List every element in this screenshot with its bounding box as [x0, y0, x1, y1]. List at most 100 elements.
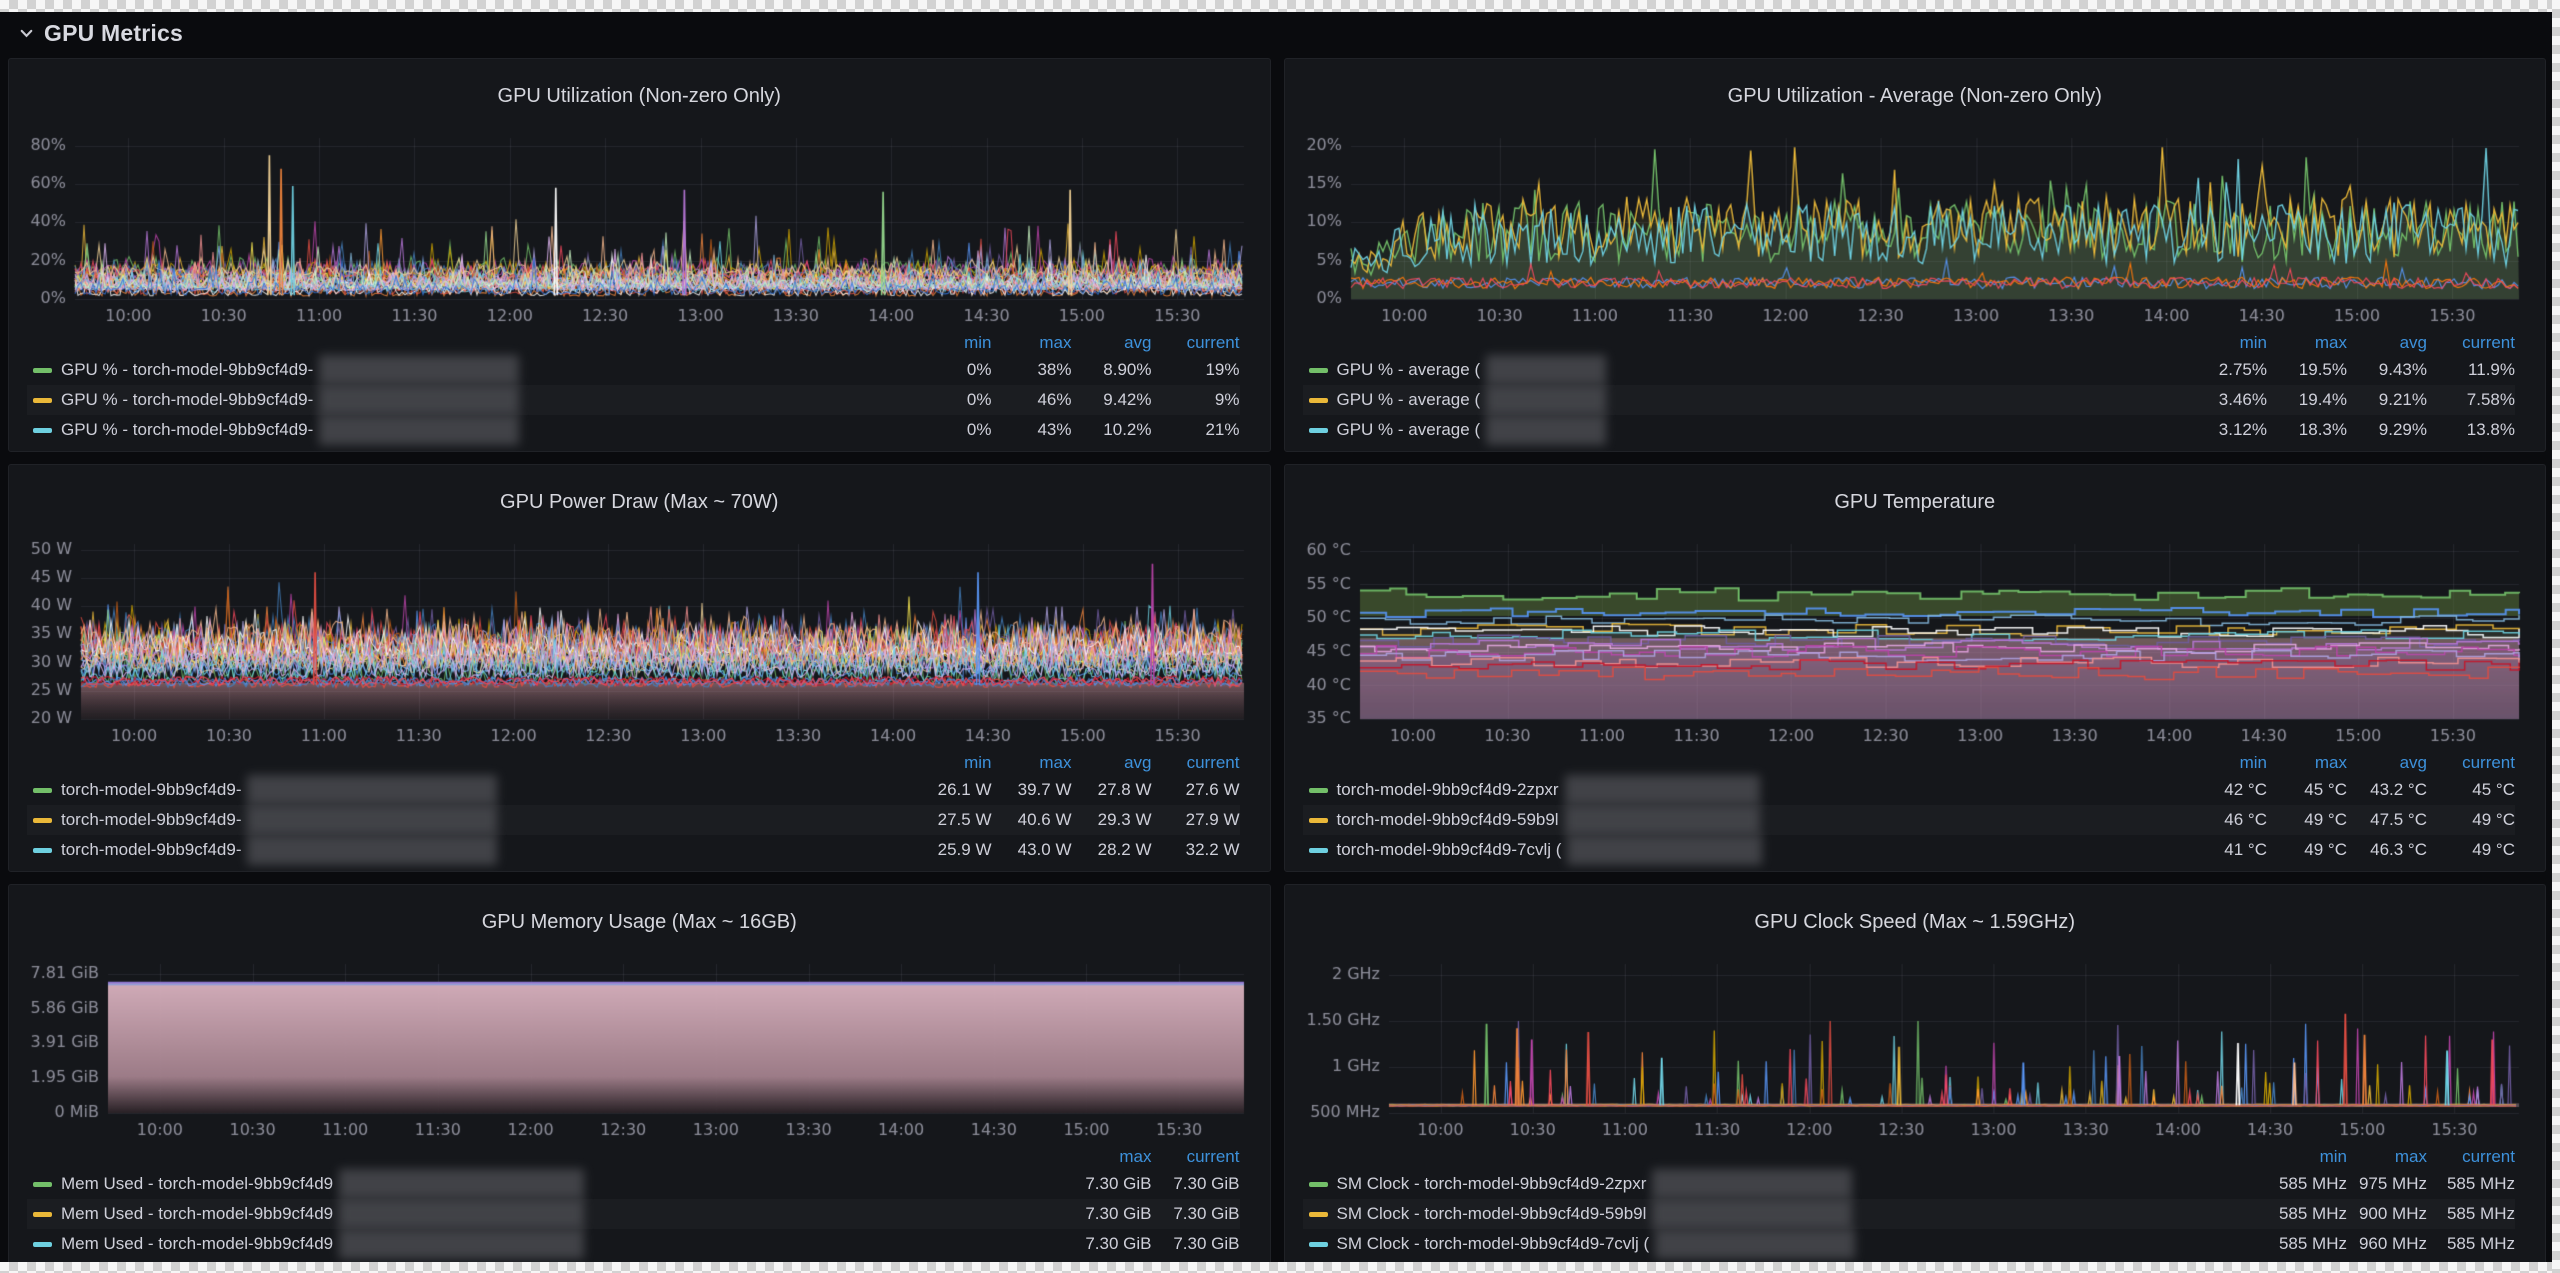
legend-table: min max avg current torch-model-9bb9cf4d9-2z…	[1297, 749, 2534, 867]
legend-col-max[interactable]: max	[2267, 753, 2347, 773]
stat-avg: 43.2 °C	[2370, 780, 2427, 799]
legend-row[interactable]: Mem Used - torch-model-9bb9cf4d9 7.30 GiB…	[27, 1169, 1240, 1199]
redacted-text	[1486, 385, 1607, 415]
legend-row[interactable]: GPU % - torch-model-9bb9cf4d9- 0% 46% 9.42%…	[27, 385, 1240, 415]
stat-current: 11.9%	[2468, 360, 2515, 379]
legend-table: max current Mem Used - torch-model-9bb9cf4…	[21, 1143, 1258, 1261]
legend-row[interactable]: SM Clock - torch-model-9bb9cf4d9-59b9l 58…	[1303, 1199, 2515, 1229]
legend-row[interactable]: torch-model-9bb9cf4d9- 25.9 W 43.0 W 28.2 W…	[27, 835, 1240, 865]
stat-avg: 27.8 W	[1097, 780, 1152, 799]
legend-row[interactable]: torch-model-9bb9cf4d9-2zpxr 42 °C 45 °C 43.…	[1303, 775, 2515, 805]
series-label[interactable]: torch-model-9bb9cf4d9-	[61, 840, 241, 860]
series-color-swatch	[33, 367, 52, 373]
legend-col-min[interactable]: min	[906, 753, 991, 773]
legend-table: min max avg current GPU % - average (2.75% 19…	[1297, 329, 2534, 447]
series-label[interactable]: Mem Used - torch-model-9bb9cf4d9	[61, 1234, 333, 1254]
legend-row[interactable]: torch-model-9bb9cf4d9- 26.1 W 39.7 W 27.8 W…	[27, 775, 1240, 805]
legend-col-min[interactable]: min	[2181, 333, 2267, 353]
chevron-down-icon[interactable]	[18, 25, 35, 42]
legend-row[interactable]: GPU % - torch-model-9bb9cf4d9- 0% 38% 8.90%…	[27, 355, 1240, 385]
series-label[interactable]: torch-model-9bb9cf4d9-7cvlj (	[1337, 840, 1562, 860]
stat-max: 19.4%	[2298, 390, 2347, 409]
legend-col-max[interactable]: max	[2267, 333, 2347, 353]
chart-plot-area[interactable]	[1296, 954, 2533, 1143]
legend-col-current[interactable]: current	[1152, 333, 1240, 353]
chart-plot-area[interactable]	[21, 534, 1258, 749]
chart-canvas[interactable]	[21, 954, 1258, 1143]
legend-col-min[interactable]: min	[2181, 753, 2267, 773]
stat-current: 32.2 W	[1185, 840, 1240, 859]
row-title[interactable]: GPU Metrics	[44, 20, 183, 47]
legend-row[interactable]: GPU % - average (2.75% 19.5% 9.43% 11.9%	[1303, 355, 2515, 385]
panel-title[interactable]: GPU Temperature	[1297, 488, 2534, 516]
transparency-checker-right-edge	[2552, 0, 2560, 1273]
legend-row[interactable]: SM Clock - torch-model-9bb9cf4d9-7cvlj (…	[1303, 1229, 2515, 1259]
legend-col-min[interactable]: min	[2261, 1147, 2347, 1167]
chart-plot-area[interactable]	[21, 954, 1258, 1143]
legend-col-max[interactable]: max	[992, 333, 1071, 353]
series-label[interactable]: torch-model-9bb9cf4d9-2zpxr	[1337, 780, 1559, 800]
series-label[interactable]: torch-model-9bb9cf4d9-59b9l	[1337, 810, 1559, 830]
series-label[interactable]: GPU % - average (	[1337, 360, 1481, 380]
chart-canvas[interactable]	[1296, 128, 2533, 329]
panel-title[interactable]: GPU Memory Usage (Max ~ 16GB)	[21, 908, 1258, 936]
legend-row[interactable]: SM Clock - torch-model-9bb9cf4d9-2zpxr 58…	[1303, 1169, 2515, 1199]
panel-gpu-temperature: GPU Temperature min max avg current torch-mo…	[1283, 464, 2546, 872]
chart-plot-area[interactable]	[21, 128, 1258, 329]
legend-row[interactable]: GPU % - average (3.46% 19.4% 9.21% 7.58%	[1303, 385, 2515, 415]
redacted-text	[1486, 415, 1607, 445]
legend-col-current[interactable]: current	[2427, 333, 2515, 353]
panel-title[interactable]: GPU Clock Speed (Max ~ 1.59GHz)	[1297, 908, 2534, 936]
series-label[interactable]: Mem Used - torch-model-9bb9cf4d9	[61, 1174, 333, 1194]
redacted-text	[1652, 1199, 1853, 1229]
legend-col-min[interactable]: min	[906, 333, 991, 353]
series-label[interactable]: torch-model-9bb9cf4d9-	[61, 810, 241, 830]
stat-min: 0%	[966, 420, 992, 439]
series-label[interactable]: torch-model-9bb9cf4d9-	[61, 780, 241, 800]
legend-col-max[interactable]: max	[2347, 1147, 2427, 1167]
panel-title[interactable]: GPU Utilization (Non-zero Only)	[21, 82, 1258, 110]
chart-canvas[interactable]	[21, 128, 1258, 329]
legend-row[interactable]: torch-model-9bb9cf4d9-7cvlj (41 °C 49 °C 4…	[1303, 835, 2515, 865]
stat-current: 49 °C	[2472, 810, 2515, 829]
series-label[interactable]: Mem Used - torch-model-9bb9cf4d9	[61, 1204, 333, 1224]
legend-col-avg[interactable]: avg	[2347, 333, 2427, 353]
legend-header: min max avg current	[27, 330, 1240, 355]
panel-title[interactable]: GPU Utilization - Average (Non-zero Only…	[1297, 82, 2534, 110]
series-label[interactable]: GPU % - torch-model-9bb9cf4d9-	[61, 420, 313, 440]
legend-col-current[interactable]: current	[1152, 753, 1240, 773]
series-label[interactable]: GPU % - average (	[1337, 390, 1481, 410]
chart-canvas[interactable]	[1296, 534, 2533, 749]
legend-col-max[interactable]: max	[992, 753, 1071, 773]
series-label[interactable]: SM Clock - torch-model-9bb9cf4d9-2zpxr	[1337, 1174, 1647, 1194]
chart-canvas[interactable]	[1296, 954, 2533, 1143]
legend-row[interactable]: Mem Used - torch-model-9bb9cf4d9 7.30 GiB…	[27, 1199, 1240, 1229]
legend-col-current[interactable]: current	[2427, 1147, 2515, 1167]
series-label[interactable]: GPU % - torch-model-9bb9cf4d9-	[61, 390, 313, 410]
legend-row[interactable]: Mem Used - torch-model-9bb9cf4d9 7.30 GiB…	[27, 1229, 1240, 1259]
stat-avg: 10.2%	[1103, 420, 1152, 439]
chart-canvas[interactable]	[21, 534, 1258, 749]
legend-row[interactable]: GPU % - torch-model-9bb9cf4d9- 0% 43% 10.2%…	[27, 415, 1240, 445]
series-label[interactable]: GPU % - torch-model-9bb9cf4d9-	[61, 360, 313, 380]
legend-row[interactable]: torch-model-9bb9cf4d9- 27.5 W 40.6 W 29.3 W…	[27, 805, 1240, 835]
chart-plot-area[interactable]	[1296, 128, 2533, 329]
legend-col-max[interactable]: max	[1072, 1147, 1151, 1167]
legend-col-avg[interactable]: avg	[1072, 753, 1151, 773]
series-color-swatch	[33, 787, 52, 793]
series-label[interactable]: SM Clock - torch-model-9bb9cf4d9-7cvlj (	[1337, 1234, 1650, 1254]
legend-row[interactable]: torch-model-9bb9cf4d9-59b9l 46 °C 49 °C 47.…	[1303, 805, 2515, 835]
panel-title[interactable]: GPU Power Draw (Max ~ 70W)	[21, 488, 1258, 516]
legend-col-current[interactable]: current	[2427, 753, 2515, 773]
series-label[interactable]: SM Clock - torch-model-9bb9cf4d9-59b9l	[1337, 1204, 1647, 1224]
chart-plot-area[interactable]	[1296, 534, 2533, 749]
stat-current: 21%	[1205, 420, 1240, 439]
legend-row[interactable]: GPU % - average (3.12% 18.3% 9.29% 13.8%	[1303, 415, 2515, 445]
series-label[interactable]: GPU % - average (	[1337, 420, 1481, 440]
legend-col-avg[interactable]: avg	[1072, 333, 1151, 353]
stat-min: 46 °C	[2224, 810, 2267, 829]
stat-max: 19.5%	[2298, 360, 2347, 379]
legend-col-current[interactable]: current	[1152, 1147, 1240, 1167]
legend-col-avg[interactable]: avg	[2347, 753, 2427, 773]
stat-max: 49 °C	[2304, 810, 2347, 829]
